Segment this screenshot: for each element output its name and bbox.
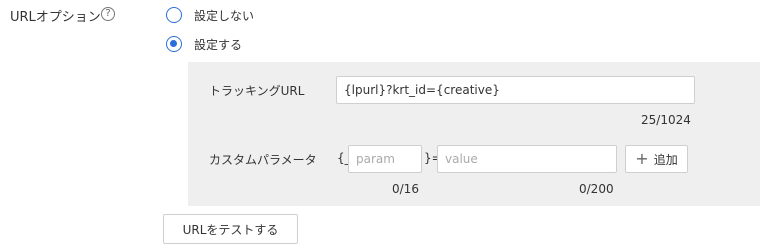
param-value-counter: 0/200 [579, 182, 614, 196]
param-name-counter: 0/16 [392, 182, 419, 196]
tracking-url-input[interactable] [336, 76, 695, 104]
radio-option-disabled[interactable]: 設定しない [166, 5, 254, 25]
add-button-label: 追加 [653, 152, 678, 167]
plus-icon: + [635, 149, 649, 168]
url-options-label: URLオプション [10, 10, 101, 25]
param-name-input[interactable] [348, 145, 422, 173]
radio-checked-icon[interactable] [166, 36, 182, 52]
test-url-button-label: URLをテストする [182, 222, 279, 237]
radio-label-enabled: 設定する [194, 37, 243, 52]
add-button[interactable]: + 追加 [625, 145, 688, 173]
question-circle-icon[interactable]: ? [101, 7, 115, 21]
radio-option-enabled[interactable]: 設定する [166, 34, 242, 54]
custom-parameter-label: カスタムパラメータ [209, 153, 317, 167]
radio-label-disabled: 設定しない [194, 8, 255, 23]
tracking-url-label: トラッキングURL [209, 84, 305, 98]
tracking-url-counter: 25/1024 [641, 113, 691, 127]
test-url-button[interactable]: URLをテストする [163, 214, 298, 244]
radio-unchecked-icon[interactable] [166, 7, 182, 23]
param-value-input[interactable] [437, 145, 617, 173]
